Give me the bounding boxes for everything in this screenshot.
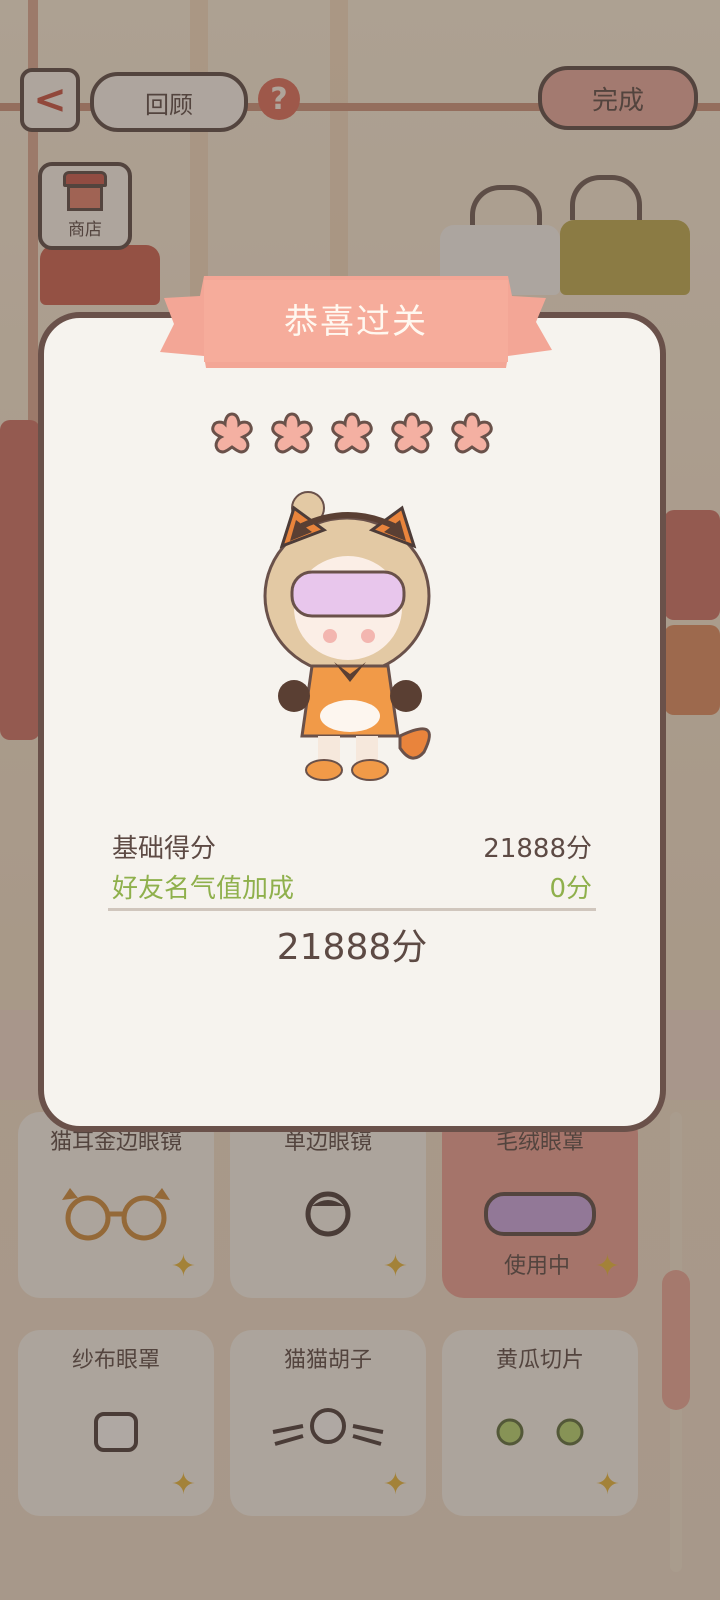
score-divider xyxy=(108,908,596,911)
friend-bonus-value: 0分 xyxy=(549,874,592,904)
rating-stars xyxy=(44,410,660,460)
dialog-title: 恭喜过关 xyxy=(284,302,428,342)
flower-star-icon xyxy=(391,412,433,454)
flower-star-icon xyxy=(271,412,313,454)
character-avatar xyxy=(263,491,431,781)
flower-star-icon xyxy=(451,412,493,454)
flower-star-icon xyxy=(211,412,253,454)
level-complete-ribbon: 恭喜过关 xyxy=(160,276,552,368)
base-score-label: 基础得分 xyxy=(112,834,217,864)
base-score-row: 基础得分 21888分 xyxy=(112,828,592,865)
flower-star-icon xyxy=(331,412,373,454)
level-complete-dialog: 基础得分 21888分 好友名气值加成 0分 21888分 xyxy=(38,312,666,1132)
base-score-value: 21888分 xyxy=(483,834,592,864)
total-score: 21888分 xyxy=(276,927,428,968)
friend-bonus-label: 好友名气值加成 xyxy=(112,874,295,904)
friend-bonus-row: 好友名气值加成 0分 xyxy=(112,868,592,905)
